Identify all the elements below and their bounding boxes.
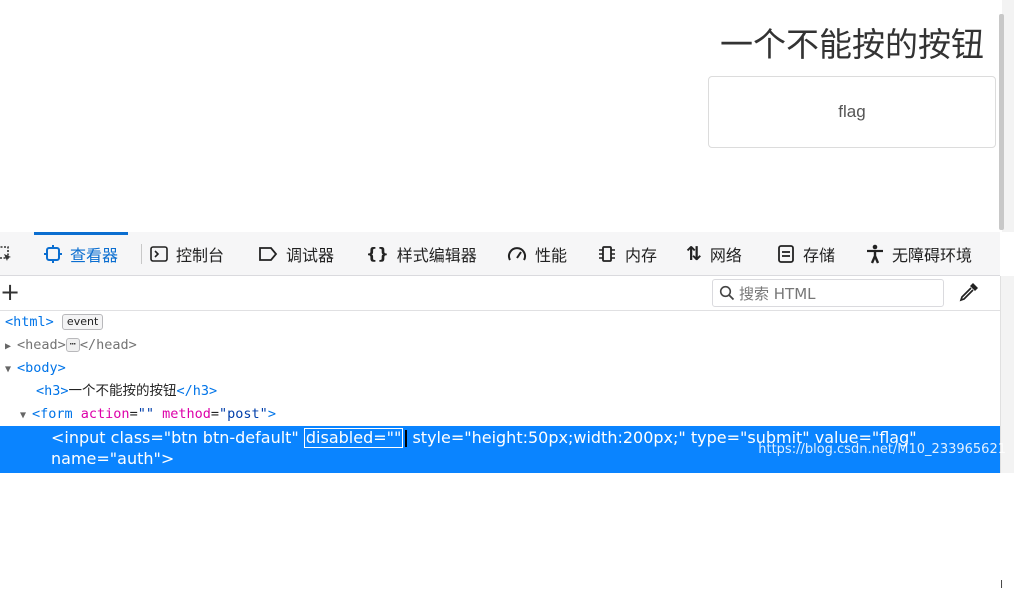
tab-separator	[141, 244, 142, 264]
h3-tag-close: </h3>	[176, 383, 218, 399]
storage-icon	[777, 244, 795, 263]
tree-node-head[interactable]: ▶ <head> ⋯ </head>	[5, 334, 137, 357]
add-node-icon[interactable]: +	[0, 278, 20, 306]
tab-network-label: 网络	[709, 245, 742, 265]
page-content: 一个不能按的按钮 flag	[0, 0, 1014, 232]
form-val-method: "post"	[219, 406, 268, 422]
html-tag: <html>	[5, 314, 54, 330]
tab-performance-label: 性能	[535, 245, 568, 265]
form-tag: <form	[32, 406, 73, 422]
inspector-toolbar: + 搜索 HTML	[0, 276, 1000, 311]
memory-icon	[597, 245, 617, 263]
tab-storage-label: 存储	[803, 245, 836, 265]
performance-icon	[507, 245, 527, 263]
tree-node-h3[interactable]: <h3>一个不能按的按钮</h3>	[36, 380, 217, 403]
tab-inspector-label: 查看器	[70, 245, 119, 265]
tree-node-html[interactable]: <html> event	[5, 311, 104, 334]
accessibility-icon	[866, 244, 884, 264]
tab-storage[interactable]: 存储	[777, 232, 835, 275]
form-attr-action: action	[80, 406, 130, 422]
braces-icon: {}	[366, 244, 389, 263]
collapse-arrow-icon[interactable]: ▼	[5, 358, 17, 381]
head-tag-open: <head>	[17, 337, 66, 353]
tab-accessibility[interactable]: 无障碍环境	[866, 232, 972, 275]
tree-node-body[interactable]: ▼ <body>	[5, 357, 66, 380]
pick-element-button[interactable]	[0, 232, 20, 275]
search-html-input[interactable]: 搜索 HTML	[712, 279, 944, 307]
page-scrollbar-thumb[interactable]	[999, 14, 1004, 230]
input-tag-start: <input class="btn btn-default"	[51, 428, 299, 447]
form-attr-method: method	[162, 406, 211, 422]
tab-console[interactable]: 控制台	[141, 232, 225, 275]
devtools-tabbar: 查看器 控制台 调试器 {} 样式编辑器 性能 内存 ⇅ 网络 存储 无障碍环境	[0, 232, 1000, 276]
input-tag-end: name="auth">	[51, 449, 175, 468]
head-tag-close: </head>	[79, 337, 137, 353]
tab-inspector[interactable]: 查看器	[34, 232, 129, 275]
collapse-arrow-icon[interactable]: ▼	[20, 404, 32, 427]
tab-style-editor[interactable]: {} 样式编辑器	[366, 232, 477, 275]
tab-performance[interactable]: 性能	[507, 232, 567, 275]
page-title: 一个不能按的按钮	[720, 25, 984, 64]
right-edge-glyph: l	[1000, 578, 1004, 591]
eyedropper-icon[interactable]	[958, 281, 980, 303]
tab-accessibility-label: 无障碍环境	[892, 245, 973, 265]
h3-tag-open: <h3>	[36, 383, 69, 399]
tab-debugger[interactable]: 调试器	[258, 232, 334, 275]
tab-memory-label: 内存	[625, 245, 658, 265]
form-val-action: ""	[137, 406, 154, 422]
tab-console-label: 控制台	[176, 245, 225, 265]
tree-node-form[interactable]: ▼ <form action="" method="post">	[20, 403, 276, 426]
event-badge[interactable]: event	[61, 314, 104, 330]
input-node-line-2: name="auth">	[51, 447, 174, 470]
debugger-icon	[258, 246, 278, 262]
flag-button[interactable]: flag	[708, 76, 996, 148]
h3-text: 一个不能按的按钮	[68, 383, 177, 399]
disabled-attribute[interactable]: disabled=""	[303, 428, 404, 448]
search-placeholder: 搜索 HTML	[739, 284, 816, 303]
watermark: https://blog.csdn.net/M10_233965621	[758, 442, 1006, 457]
inspector-icon	[44, 244, 62, 263]
tab-style-editor-label: 样式编辑器	[396, 245, 477, 265]
expand-arrow-icon[interactable]: ▶	[5, 335, 17, 358]
tab-debugger-label: 调试器	[286, 245, 335, 265]
collapsed-ellipsis-icon[interactable]: ⋯	[65, 338, 80, 352]
body-tag: <body>	[17, 360, 66, 376]
tab-network[interactable]: ⇅ 网络	[686, 232, 742, 275]
devtools-panel: 查看器 控制台 调试器 {} 样式编辑器 性能 内存 ⇅ 网络 存储 无障碍环境…	[0, 232, 1014, 591]
network-icon: ⇅	[686, 242, 702, 265]
selected-tab-indicator	[34, 232, 129, 235]
tab-memory[interactable]: 内存	[597, 232, 657, 275]
pick-element-icon	[0, 245, 12, 262]
console-icon	[150, 245, 168, 263]
text-caret	[405, 430, 408, 447]
form-tag-end: >	[267, 406, 276, 422]
search-icon	[719, 285, 735, 301]
